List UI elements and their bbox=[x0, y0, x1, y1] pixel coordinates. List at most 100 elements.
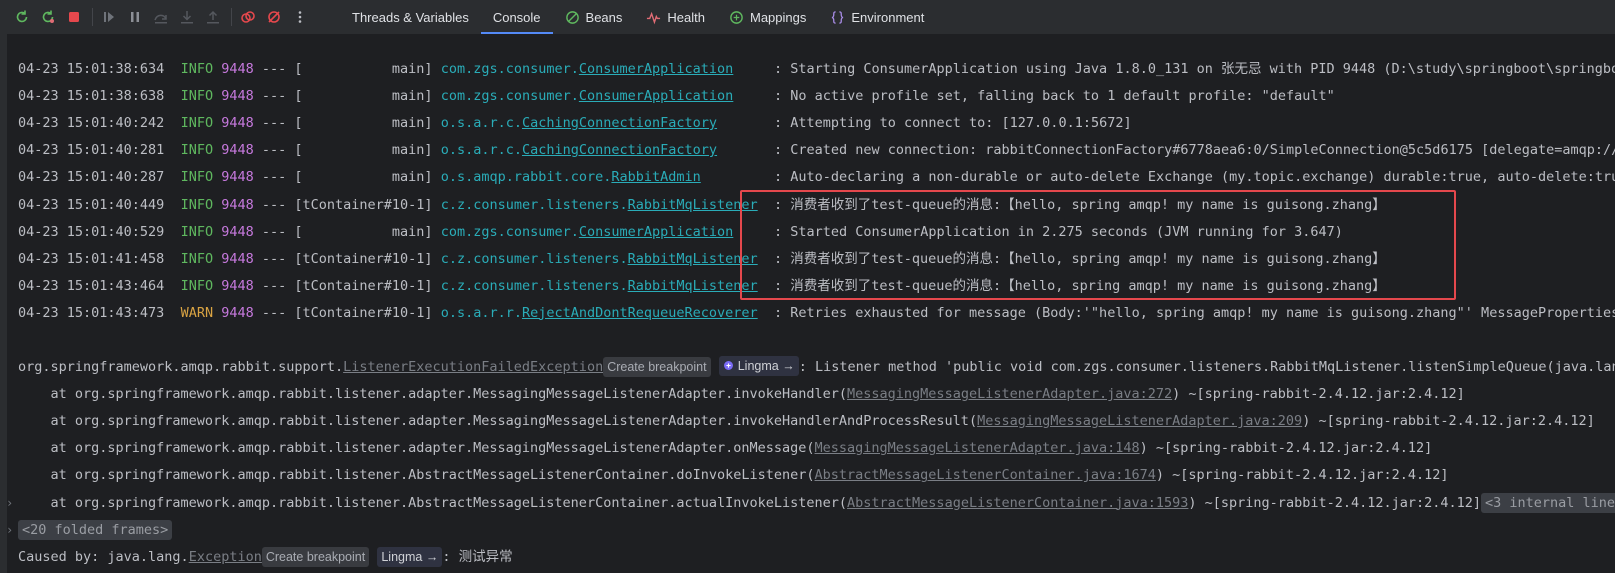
internal-lines-badge[interactable]: <3 internal lines> bbox=[1481, 492, 1615, 513]
logger-class-link[interactable]: RabbitMqListener bbox=[628, 251, 758, 267]
logger-class-link[interactable]: ConsumerApplication bbox=[579, 61, 733, 77]
step-into-icon[interactable] bbox=[179, 9, 195, 25]
tab-beans[interactable]: Beans bbox=[553, 0, 635, 34]
log-pid: 9448 bbox=[221, 304, 254, 321]
logger-class-link[interactable]: RabbitAdmin bbox=[611, 169, 700, 185]
tab-console[interactable]: Console bbox=[480, 0, 553, 34]
create-breakpoint-button[interactable]: Create breakpoint bbox=[261, 546, 370, 567]
frame-method: at org.springframework.amqp.rabbit.liste… bbox=[18, 386, 848, 403]
frame-source-link[interactable]: AbstractMessageListenerContainer.java:15… bbox=[847, 495, 1188, 511]
create-breakpoint-button[interactable]: Create breakpoint bbox=[603, 357, 711, 377]
logger-package: o.s.amqp.rabbit.core. bbox=[440, 169, 612, 186]
log-pid: 9448 bbox=[221, 196, 254, 213]
log-date: 04-23 15:01:40:281 bbox=[18, 142, 165, 159]
log-date: 04-23 15:01:38:638 bbox=[18, 88, 165, 105]
log-pid: 9448 bbox=[221, 115, 254, 132]
more-icon[interactable] bbox=[292, 9, 308, 25]
rerun-icon[interactable] bbox=[40, 9, 56, 25]
log-pad bbox=[733, 88, 774, 104]
resume-icon[interactable] bbox=[101, 9, 117, 25]
log-thread: [ main] bbox=[294, 88, 433, 105]
logger-package: com.zgs.consumer. bbox=[440, 88, 579, 105]
logger-package: o.s.a.r.c. bbox=[440, 115, 522, 132]
log-date: 04-23 15:01:40:287 bbox=[18, 169, 165, 186]
tab-label: Environment bbox=[851, 9, 925, 25]
log-sep: --- bbox=[253, 304, 295, 321]
log-pid: 9448 bbox=[221, 277, 254, 294]
environment-icon bbox=[830, 10, 845, 25]
log-thread: [ main] bbox=[294, 142, 433, 159]
frame-source-link[interactable]: AbstractMessageListenerContainer.java:16… bbox=[815, 467, 1156, 483]
frame-jar: ) ~[spring-rabbit-2.4.12.jar:2.4.12] bbox=[1172, 386, 1465, 403]
fold-arrow-icon[interactable]: › bbox=[6, 496, 13, 510]
logger-class-link[interactable]: CachingConnectionFactory bbox=[522, 115, 717, 131]
logger-class-link[interactable]: RejectAndDontRequeueRecoverer bbox=[522, 305, 758, 321]
log-pid: 9448 bbox=[221, 88, 254, 105]
log-date: 04-23 15:01:43:473 bbox=[18, 304, 165, 321]
log-message: : Created new connection: rabbitConnecti… bbox=[773, 142, 1615, 159]
lingma-button[interactable]: Lingma → bbox=[718, 355, 799, 376]
logger-package: com.zgs.consumer. bbox=[440, 223, 579, 240]
caused-by-line: Caused by: java.lang.Exception Create bre… bbox=[18, 544, 513, 571]
fold-arrow-icon[interactable]: › bbox=[6, 523, 13, 537]
frame-source-link[interactable]: MessagingMessageListenerAdapter.java:272 bbox=[847, 386, 1172, 402]
tab-label: Console bbox=[492, 9, 541, 25]
log-pid: 9448 bbox=[221, 61, 254, 77]
frame-method: at org.springframework.amqp.rabbit.liste… bbox=[18, 413, 978, 430]
step-over-icon[interactable] bbox=[153, 9, 169, 25]
pause-icon[interactable] bbox=[127, 9, 143, 25]
exception-message: : Listener method 'public void com.zgs.c… bbox=[798, 359, 1615, 375]
log-logger: o.s.amqp.rabbit.core.RabbitAdmin bbox=[441, 169, 701, 185]
log-sep: --- bbox=[253, 196, 295, 213]
logger-class-link[interactable]: ConsumerApplication bbox=[579, 88, 733, 104]
lingma-button[interactable]: Lingma → bbox=[377, 546, 443, 567]
logger-package: c.z.consumer.listeners. bbox=[440, 277, 628, 294]
stack-frame: at org.springframework.amqp.rabbit.liste… bbox=[18, 435, 1433, 462]
logger-package: o.s.a.r.c. bbox=[440, 142, 522, 159]
tab-mappings[interactable]: Mappings bbox=[717, 0, 818, 34]
logger-package: c.z.consumer.listeners. bbox=[440, 196, 628, 213]
log-message: : Attempting to connect to: [127.0.0.1:5… bbox=[773, 115, 1132, 132]
log-logger: com.zgs.consumer.ConsumerApplication bbox=[441, 61, 734, 77]
log-pad bbox=[733, 61, 774, 77]
beans-icon bbox=[565, 10, 580, 25]
folded-frames-button[interactable]: <20 folded frames> bbox=[18, 519, 173, 540]
log-thread: [ main] bbox=[294, 169, 433, 186]
exception-class-link[interactable]: ListenerExecutionFailedException bbox=[343, 359, 603, 375]
step-out-icon[interactable] bbox=[205, 9, 221, 25]
log-level: INFO bbox=[180, 223, 214, 240]
logger-class-link[interactable]: ConsumerApplication bbox=[579, 224, 733, 240]
log-thread: [ main] bbox=[294, 61, 433, 77]
mute-breakpoints-icon[interactable] bbox=[266, 9, 282, 25]
log-date: 04-23 15:01:40:449 bbox=[18, 196, 165, 213]
log-level: WARN bbox=[180, 304, 214, 321]
log-thread: [tContainer#10-1] bbox=[294, 196, 433, 213]
logger-package: c.z.consumer.listeners. bbox=[440, 250, 628, 267]
folded-frames-line: <20 folded frames> bbox=[18, 517, 173, 544]
log-logger: c.z.consumer.listeners.RabbitMqListener bbox=[441, 278, 758, 294]
log-date: 04-23 15:01:40:242 bbox=[18, 115, 165, 132]
log-sep: --- bbox=[253, 61, 295, 77]
logger-class-link[interactable]: RabbitMqListener bbox=[628, 278, 758, 294]
log-level: INFO bbox=[180, 115, 214, 132]
frame-source-link[interactable]: MessagingMessageListenerAdapter.java:209 bbox=[977, 413, 1302, 429]
log-sep: --- bbox=[253, 223, 295, 240]
tab-threads-variables[interactable]: Threads & Variables bbox=[340, 0, 481, 34]
log-sep: --- bbox=[253, 88, 295, 105]
restart-icon[interactable] bbox=[14, 9, 30, 25]
lingma-icon bbox=[723, 361, 733, 370]
stop-icon[interactable] bbox=[66, 9, 82, 25]
log-message: : Retries exhausted for message (Body:'"… bbox=[773, 304, 1615, 321]
log-line: 04-23 15:01:38:638 INFO 9448 --- [ main]… bbox=[18, 83, 1335, 110]
tab-environment[interactable]: Environment bbox=[818, 0, 936, 34]
log-level: INFO bbox=[180, 196, 214, 213]
tab-label: Threads & Variables bbox=[352, 9, 469, 25]
logger-class-link[interactable]: CachingConnectionFactory bbox=[522, 142, 717, 158]
debug-toolbar: Threads & Variables Console Beans Health… bbox=[0, 0, 1615, 34]
tab-health[interactable]: Health bbox=[634, 0, 717, 34]
logger-class-link[interactable]: RabbitMqListener bbox=[628, 197, 758, 213]
view-breakpoints-icon[interactable] bbox=[240, 9, 256, 25]
caused-by-class-link[interactable]: Exception bbox=[189, 549, 262, 565]
frame-source-link[interactable]: MessagingMessageListenerAdapter.java:148 bbox=[815, 440, 1140, 456]
log-pid: 9448 bbox=[221, 223, 254, 240]
